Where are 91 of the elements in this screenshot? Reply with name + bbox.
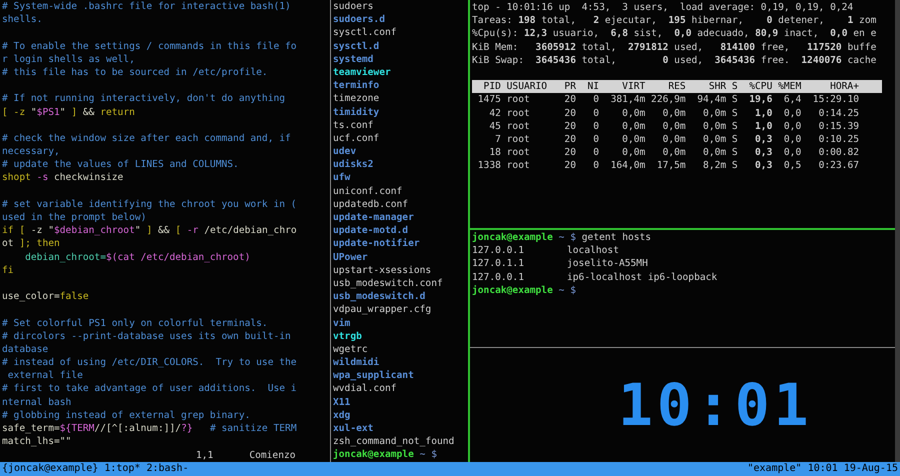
top-summary-line: top - 10:01:16 up 4:53, 3 users, load average: 0,19, 0,19, 0,24 <box>472 1 854 14</box>
window-tab[interactable]: 2:bash- <box>146 462 189 476</box>
code-line: # System-wide .bashrc file for interactive bash(1) <box>2 0 291 14</box>
code-line: if [ -z "$debian_chroot" ] && [ -r /etc/debian_chro <box>2 224 297 238</box>
code-line: debian_chroot=$(cat /etc/debian_chroot) <box>24 250 250 264</box>
code-line: match_lhs="" <box>2 435 72 448</box>
host-names: localhost <box>567 244 619 258</box>
directory-name: UPower <box>333 250 368 264</box>
code-line: necessary, <box>2 145 60 158</box>
file-name: updatedb.conf <box>333 198 408 211</box>
code-line: # dircolors --print-database uses its own built-in <box>2 330 291 343</box>
process-row-text: 45 root 20 0 0,0m 0,0m 0,0m S 1,0 0,0 0:15.39 <box>488 120 859 133</box>
code-line: # first to take advantage of user additions. Use i <box>2 382 297 396</box>
code-line: # Set colorful PS1 only on colorful terminals. <box>2 316 268 330</box>
shell-prompt: joncak@example ~ $ <box>472 284 577 297</box>
directory-name: update-motd.d <box>333 224 408 238</box>
code-line: # this file has to be sourced in /etc/profile. <box>2 66 268 80</box>
top-summary-line: KiB Swap: 3645436 total, 0 used, 3645436 free. 1240076 cache <box>472 54 876 67</box>
code-line: # instead of using /etc/DIR_COLORS. Try to use the <box>2 356 297 370</box>
directory-name: wildmidi <box>333 356 380 370</box>
process-row-text: 18 root 20 0 0,0m 0,0m 0,0m S 0,3 0,0 0:00.82 <box>488 146 859 160</box>
directory-name: usb_modeswitch.d <box>333 290 426 304</box>
directory-name: wpa_supplicant <box>333 369 414 382</box>
session-name: {joncak@example} <box>2 462 98 476</box>
host-address: 127.0.0.1 <box>472 244 525 258</box>
file-name: teamviewer <box>333 66 391 80</box>
directory-name: udev <box>333 145 356 158</box>
code-line: use_color=false <box>2 290 89 304</box>
process-row-text: 42 root 20 0 0,0m 0,0m 0,0m S 1,0 0,0 0:14.25 <box>488 106 859 120</box>
file-name: uniconf.conf <box>333 184 402 198</box>
file-name: usb_modeswitch.conf <box>333 276 443 290</box>
cursor-position: 1,1 <box>196 448 214 462</box>
top-summary-line: %Cpu(s): 12,3 usuario, 6,8 sist, 0,0 adecuado, 80,9 inact, 0,0 en e <box>472 27 876 41</box>
process-table-header: PID USUARIO PR NI VIRT RES SHR S %CPU %MEM HORA+ <box>472 80 882 94</box>
process-row-text: 1475 root 20 0 381,4m 226,9m 94,4m S 19,6 6,4 15:29.10 <box>476 93 859 106</box>
file-name: ucf.conf <box>333 132 380 146</box>
clock-display: 10:01 <box>618 372 813 438</box>
code-line: r login shells as well, <box>2 52 135 66</box>
code-line: shopt -s checkwinsize <box>2 171 124 185</box>
file-name: upstart-xsessions <box>333 264 432 277</box>
code-line: used in the prompt below) <box>2 211 146 224</box>
directory-name: sudoers.d <box>333 13 385 26</box>
window-tab[interactable]: 1:top* <box>104 462 140 476</box>
process-row-text: 7 root 20 0 0,0m 0,0m 0,0m S 0,3 0,0 0:10.25 <box>494 132 859 146</box>
directory-name: ufw <box>333 171 350 185</box>
file-name: zsh_command_not_found <box>333 435 454 448</box>
file-name: sudoers <box>333 0 374 14</box>
directory-name: timidity <box>333 106 380 119</box>
code-line: fi <box>2 264 14 277</box>
file-name: timezone <box>333 92 380 106</box>
code-line: database <box>2 342 48 356</box>
directory-name: update-manager <box>333 211 414 224</box>
top-summary-line: Tareas: 198 total, 2 ejecutar, 195 hibernar, 0 detener, 1 zom <box>472 14 876 28</box>
directory-name: sysctl.d <box>333 40 380 53</box>
directory-name: udisks2 <box>333 158 374 172</box>
directory-name: X11 <box>333 396 350 409</box>
directory-name: systemd <box>333 52 374 66</box>
file-name: vdpau_wrapper.cfg <box>333 303 432 316</box>
code-line: external file <box>6 369 83 382</box>
file-name: ts.conf <box>333 118 374 132</box>
directory-name: update-notifier <box>333 237 420 251</box>
code-line: nternal bash <box>2 396 72 409</box>
code-line: ot ]; then <box>2 237 60 251</box>
host-names: ip6-localhost ip6-loopback <box>567 270 718 284</box>
directory-name: vim <box>333 316 350 330</box>
host-address: 127.0.1.1 <box>472 257 525 271</box>
file-name: sysctl.conf <box>333 26 397 40</box>
code-line: [ -z "$PS1" ] && return <box>2 106 135 119</box>
code-line: # globbing instead of external grep binary. <box>2 408 250 422</box>
top-summary-line: KiB Mem: 3605912 total, 2791812 used, 814100 free, 117520 buffe <box>472 40 876 54</box>
process-row-text: 1338 root 20 0 164,0m 17,5m 8,2m S 0,3 0,5 0:23.67 <box>476 159 859 172</box>
code-line: shells. <box>2 13 42 26</box>
scroll-position: Comienzo <box>249 448 296 462</box>
file-name: vtrgb <box>333 330 362 343</box>
code-line: # To enable the settings / commands in this file fo <box>2 40 297 53</box>
scroll-bar[interactable] <box>895 0 900 462</box>
code-line: # check the window size after each command and, if <box>2 132 291 146</box>
code-line: # If not running interactively, don't do anything <box>2 92 286 106</box>
code-line: # update the values of LINES and COLUMNS. <box>2 158 239 172</box>
file-name: wvdial.conf <box>333 382 397 396</box>
code-line: safe_term=${TERM//[^[:alnum:]]/?} # sanitize TERM <box>2 422 297 436</box>
code-line: # set variable identifying the chroot you work in ( <box>2 198 297 211</box>
host-names: joselito-A55MH <box>567 257 648 271</box>
host-address: 127.0.0.1 <box>472 270 525 284</box>
shell-prompt: joncak@example ~ $ getent hosts <box>472 231 652 244</box>
status-info: "example" 10:01 19-Aug-15 <box>747 462 898 476</box>
file-name: wgetrc <box>333 342 368 356</box>
directory-name: terminfo <box>333 79 380 92</box>
directory-name: xdg <box>333 408 350 422</box>
shell-prompt: joncak@example ~ $ <box>333 448 438 462</box>
directory-name: xul-ext <box>333 422 374 436</box>
